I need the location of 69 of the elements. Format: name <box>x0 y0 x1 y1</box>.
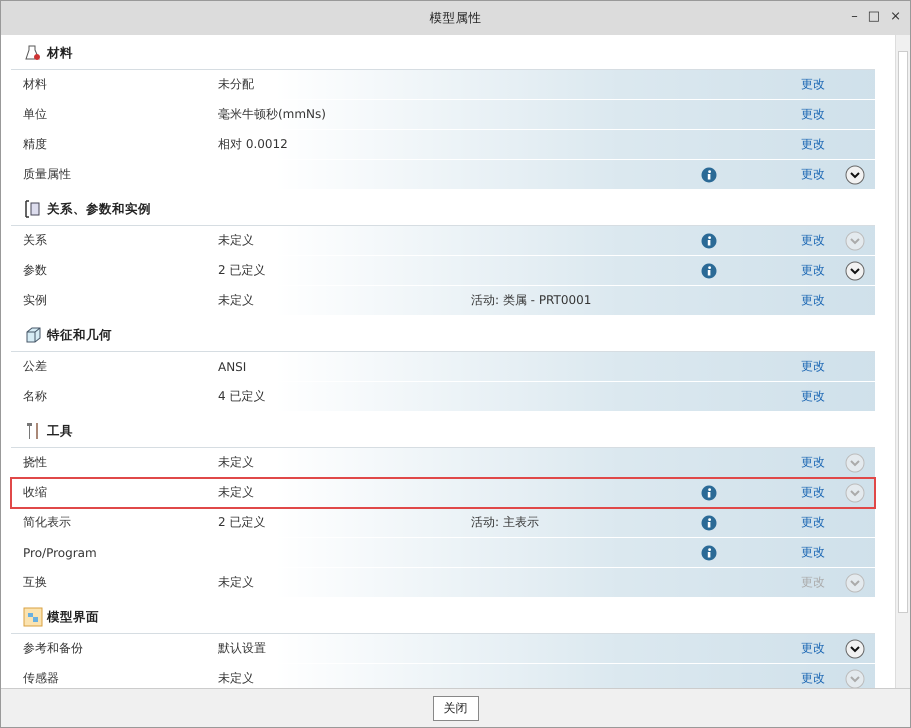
puzzle-icon <box>23 607 43 627</box>
change-link[interactable]: 更改 <box>801 76 845 93</box>
change-link[interactable]: 更改 <box>801 388 845 405</box>
property-name: 简化表示 <box>23 514 72 531</box>
change-link[interactable]: 更改 <box>801 136 845 153</box>
info-icon[interactable] <box>701 166 717 182</box>
property-detail: 活动: 类属 - PRT0001 <box>471 292 592 309</box>
property-name: 挠性 <box>23 454 48 471</box>
change-link[interactable]: 更改 <box>801 670 845 687</box>
change-link[interactable]: 更改 <box>801 358 845 375</box>
property-name: 参考和备份 <box>23 640 84 657</box>
property-name: 关系 <box>23 232 48 249</box>
maximize-button[interactable]: □ <box>864 9 884 24</box>
window-title: 模型属性 <box>430 10 482 26</box>
property-value: 相对 0.0012 <box>218 136 288 153</box>
property-value: 2 已定义 <box>218 514 266 531</box>
expand-icon[interactable] <box>845 638 865 658</box>
change-link[interactable]: 更改 <box>801 232 845 249</box>
scrollbar[interactable] <box>895 35 910 688</box>
section-title: 关系、参数和实例 <box>47 200 151 218</box>
property-name: 公差 <box>23 358 48 375</box>
minimize-button[interactable]: – <box>848 9 861 24</box>
property-value: 未定义 <box>218 574 254 591</box>
property-name: 材料 <box>23 76 48 93</box>
section-title: 材料 <box>47 44 73 62</box>
change-link[interactable]: 更改 <box>801 292 845 309</box>
info-icon[interactable] <box>701 484 717 500</box>
property-value: 毫米牛顿秒(mmNs) <box>218 106 326 123</box>
property-name: 质量属性 <box>23 166 72 183</box>
flask-icon <box>23 43 43 63</box>
close-dialog-button[interactable]: 关闭 <box>432 696 478 720</box>
property-name: 精度 <box>23 136 48 153</box>
property-name: 参数 <box>23 262 48 279</box>
property-value: 未定义 <box>218 670 254 687</box>
change-link[interactable]: 更改 <box>801 262 845 279</box>
change-link[interactable]: 更改 <box>801 454 845 471</box>
property-name: Pro/Program <box>23 546 98 560</box>
property-value: 未定义 <box>218 292 254 309</box>
property-name: 单位 <box>23 106 48 123</box>
property-name: 名称 <box>23 388 48 405</box>
info-icon[interactable] <box>701 514 717 530</box>
change-link[interactable]: 更改 <box>801 106 845 123</box>
info-icon[interactable] <box>701 544 717 560</box>
property-name: 传感器 <box>23 670 60 687</box>
change-link[interactable]: 更改 <box>801 484 845 501</box>
expand-icon[interactable] <box>845 260 865 280</box>
section-title: 模型界面 <box>47 608 99 626</box>
property-value: 4 已定义 <box>218 388 266 405</box>
close-button[interactable]: × <box>887 9 904 24</box>
change-link[interactable]: 更改 <box>801 640 845 657</box>
info-icon[interactable] <box>701 232 717 248</box>
property-name: 实例 <box>23 292 48 309</box>
property-detail: 活动: 主表示 <box>471 514 539 531</box>
property-value: 未定义 <box>218 484 254 501</box>
property-name: 收缩 <box>23 484 48 501</box>
property-name: 互换 <box>23 574 48 591</box>
property-value: 未分配 <box>218 76 254 93</box>
change-link[interactable]: 更改 <box>801 514 845 531</box>
property-value: 2 已定义 <box>218 262 266 279</box>
property-value: 未定义 <box>218 454 254 471</box>
property-value: 未定义 <box>218 232 254 249</box>
property-value: 默认设置 <box>218 640 266 657</box>
info-icon[interactable] <box>701 262 717 278</box>
section-title: 特征和几何 <box>47 326 112 344</box>
change-link[interactable]: 更改 <box>801 544 845 561</box>
change-link[interactable]: 更改 <box>801 166 845 183</box>
expand-icon[interactable] <box>845 164 865 184</box>
property-value: ANSI <box>218 360 246 374</box>
section-title: 工具 <box>47 422 73 440</box>
